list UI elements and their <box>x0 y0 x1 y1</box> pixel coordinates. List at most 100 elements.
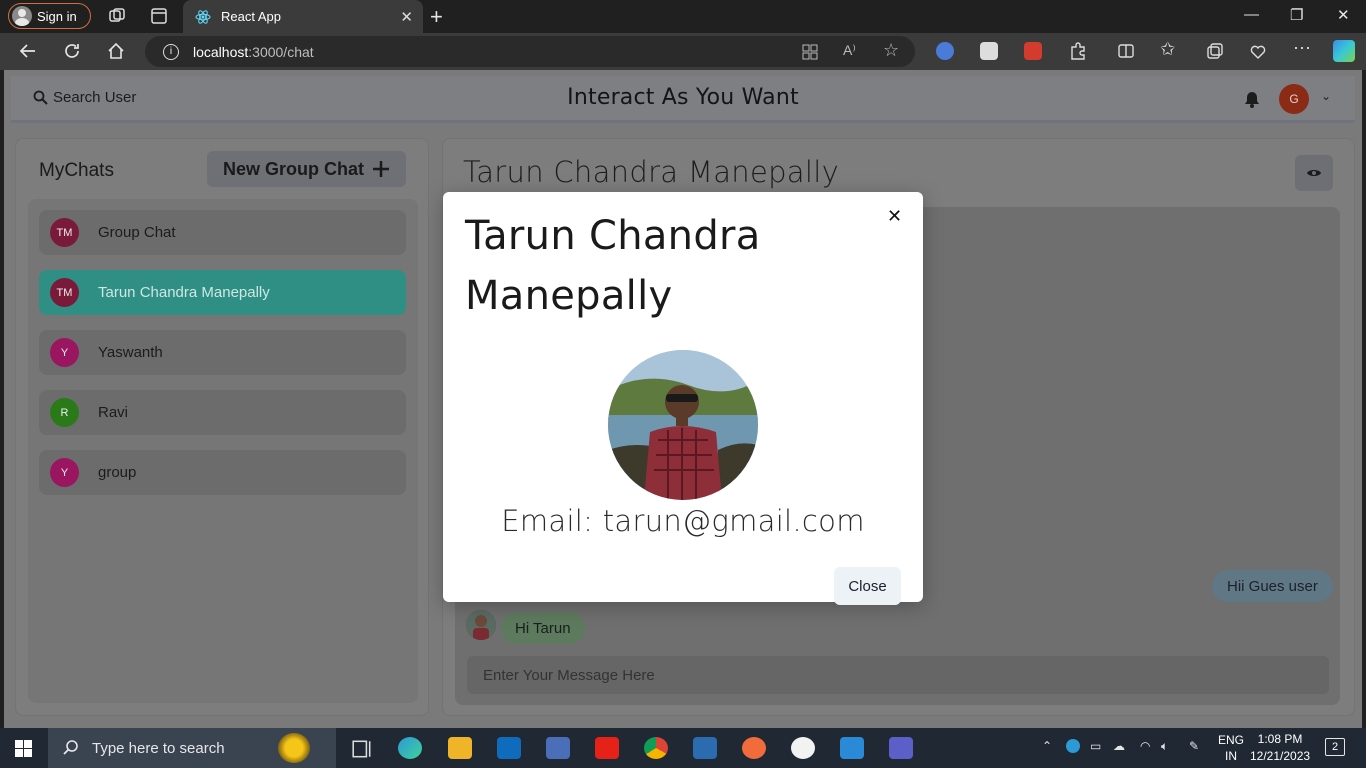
pen-icon[interactable]: ✎ <box>1189 739 1199 753</box>
file-explorer-icon[interactable] <box>448 737 472 759</box>
address-toolbar: i localhost:3000/chat A⁾ ☆ ✩ ··· <box>0 33 1366 70</box>
chat-avatar: Y <box>50 338 79 367</box>
extension-icon[interactable] <box>980 42 998 60</box>
profile-photo <box>608 350 758 500</box>
close-window-icon[interactable]: ✕ <box>1337 6 1350 24</box>
refresh-icon[interactable] <box>62 41 82 61</box>
copilot-icon[interactable] <box>1333 40 1355 62</box>
chat-name: Yaswanth <box>98 344 163 361</box>
sender-avatar <box>466 610 496 640</box>
battery-icon[interactable]: ▭ <box>1090 739 1101 753</box>
chat-list-item[interactable]: Y group <box>39 450 406 495</box>
app-header: Search User Interact As You Want G ⌄ <box>11 76 1355 123</box>
profile-modal: ✕ Tarun Chandra Manepally Email: tarun@g… <box>443 192 923 605</box>
language-indicator[interactable]: ENG IN <box>1218 732 1244 764</box>
chat-avatar: Y <box>50 458 79 487</box>
taskbar-search-placeholder: Type here to search <box>92 739 225 757</box>
app-icon[interactable] <box>546 737 570 759</box>
url-bar[interactable]: i localhost:3000/chat A⁾ ☆ <box>145 36 915 67</box>
my-chats-panel: MyChats New Group Chat TM Group Chat TM … <box>15 138 429 716</box>
windows-taskbar: Type here to search ⌃ ▭ ☁ ◠ 🔈︎ ✎ ENG IN … <box>0 728 1366 768</box>
notification-count: 2 <box>1331 741 1339 753</box>
restore-icon[interactable]: ❐ <box>1290 6 1303 24</box>
info-icon[interactable]: i <box>163 43 179 60</box>
browser-tab[interactable]: React App ✕ <box>183 0 423 33</box>
workspaces-icon[interactable] <box>107 6 127 26</box>
sign-in-button[interactable]: Sign in <box>8 3 91 29</box>
chat-avatar: R <box>50 398 79 427</box>
url-path: :3000/chat <box>248 43 314 60</box>
chat-avatar: TM <box>50 278 79 307</box>
back-icon[interactable] <box>18 41 38 61</box>
minimize-icon[interactable]: — <box>1244 6 1259 23</box>
collections-icon[interactable] <box>1205 41 1225 61</box>
windows-start-icon[interactable] <box>15 740 32 757</box>
read-aloud-icon[interactable]: A⁾ <box>843 42 856 59</box>
chat-list-item[interactable]: TM Group Chat <box>39 210 406 255</box>
bell-icon[interactable] <box>1243 90 1261 108</box>
message-input[interactable]: Enter Your Message Here <box>467 656 1329 694</box>
message-bubble-received: Hi Tarun <box>501 612 585 644</box>
user-avatar[interactable]: G <box>1279 84 1309 114</box>
split-screen-icon[interactable] <box>1116 41 1136 61</box>
chat-list-item[interactable]: R Ravi <box>39 390 406 435</box>
search-highlight-icon <box>278 733 310 763</box>
chat-list-item-active[interactable]: TM Tarun Chandra Manepally <box>39 270 406 315</box>
postman-icon[interactable] <box>742 737 766 759</box>
close-tab-icon[interactable]: ✕ <box>400 8 413 26</box>
wifi-icon[interactable]: ◠ <box>1140 739 1150 753</box>
profile-email: Email: tarun@gmail.com <box>501 504 865 538</box>
home-icon[interactable] <box>106 41 126 61</box>
apps-icon[interactable] <box>801 43 819 61</box>
browser-tab-bar: Sign in React App ✕ + — ❐ ✕ <box>0 0 1366 33</box>
tab-actions-icon[interactable] <box>149 6 169 26</box>
profile-icon <box>12 6 32 26</box>
chat-name: Tarun Chandra Manepally <box>98 284 270 301</box>
favorite-star-icon[interactable]: ☆ <box>883 40 899 61</box>
clock-time: 1:08 PM <box>1257 732 1303 746</box>
vscode-icon[interactable] <box>840 737 864 759</box>
lang-top: ENG <box>1218 733 1245 747</box>
chat-name: group <box>98 464 137 481</box>
teams-icon[interactable] <box>889 737 913 759</box>
chrome-icon[interactable] <box>644 737 668 759</box>
outlook-icon[interactable] <box>497 737 521 759</box>
new-group-chat-button[interactable]: New Group Chat <box>207 151 406 187</box>
new-tab-icon[interactable]: + <box>430 4 443 30</box>
lang-bottom: IN <box>1225 749 1237 763</box>
close-icon[interactable]: ✕ <box>887 206 902 227</box>
more-options-icon[interactable]: ··· <box>1293 37 1311 58</box>
notification-center-icon[interactable]: 2 <box>1325 738 1345 756</box>
clock-date: 12/21/2023 <box>1250 749 1311 763</box>
chat-name: Group Chat <box>98 224 176 241</box>
task-view-icon[interactable] <box>350 738 374 760</box>
youtube-icon[interactable] <box>595 737 619 759</box>
taskbar-clock[interactable]: 1:08 PM 12/21/2023 <box>1250 731 1310 765</box>
favorites-icon[interactable]: ✩ <box>1160 39 1175 60</box>
sign-in-label: Sign in <box>37 8 77 24</box>
cloud-icon[interactable]: ☁ <box>1113 739 1125 753</box>
browser-essentials-icon[interactable] <box>1248 41 1268 61</box>
chevron-down-icon[interactable]: ⌄ <box>1321 89 1331 103</box>
extensions-puzzle-icon[interactable] <box>1068 41 1088 61</box>
modal-close-button[interactable]: Close <box>834 567 901 605</box>
taskbar-search[interactable]: Type here to search <box>48 728 336 768</box>
search-icon <box>63 740 78 755</box>
react-icon <box>195 9 211 24</box>
chat-list-item[interactable]: Y Yaswanth <box>39 330 406 375</box>
chevron-up-icon[interactable]: ⌃ <box>1042 739 1052 753</box>
edge-icon[interactable] <box>398 737 422 759</box>
extension-icon[interactable] <box>936 42 954 60</box>
mongodb-icon[interactable] <box>791 737 815 759</box>
view-profile-button[interactable] <box>1295 155 1333 191</box>
message-bubble-sent: Hii Gues user <box>1212 570 1333 602</box>
chat-title: Tarun Chandra Manepally <box>463 155 840 189</box>
volume-icon[interactable]: 🔈︎ <box>1161 739 1168 754</box>
tab-title: React App <box>221 9 281 24</box>
eye-icon <box>1307 170 1321 176</box>
chat-list: TM Group Chat TM Tarun Chandra Manepally… <box>28 199 418 703</box>
tray-app-icon[interactable] <box>1066 739 1080 753</box>
chat-name: Ravi <box>98 404 129 421</box>
calculator-icon[interactable] <box>693 737 717 759</box>
extension-icon[interactable] <box>1024 42 1042 60</box>
